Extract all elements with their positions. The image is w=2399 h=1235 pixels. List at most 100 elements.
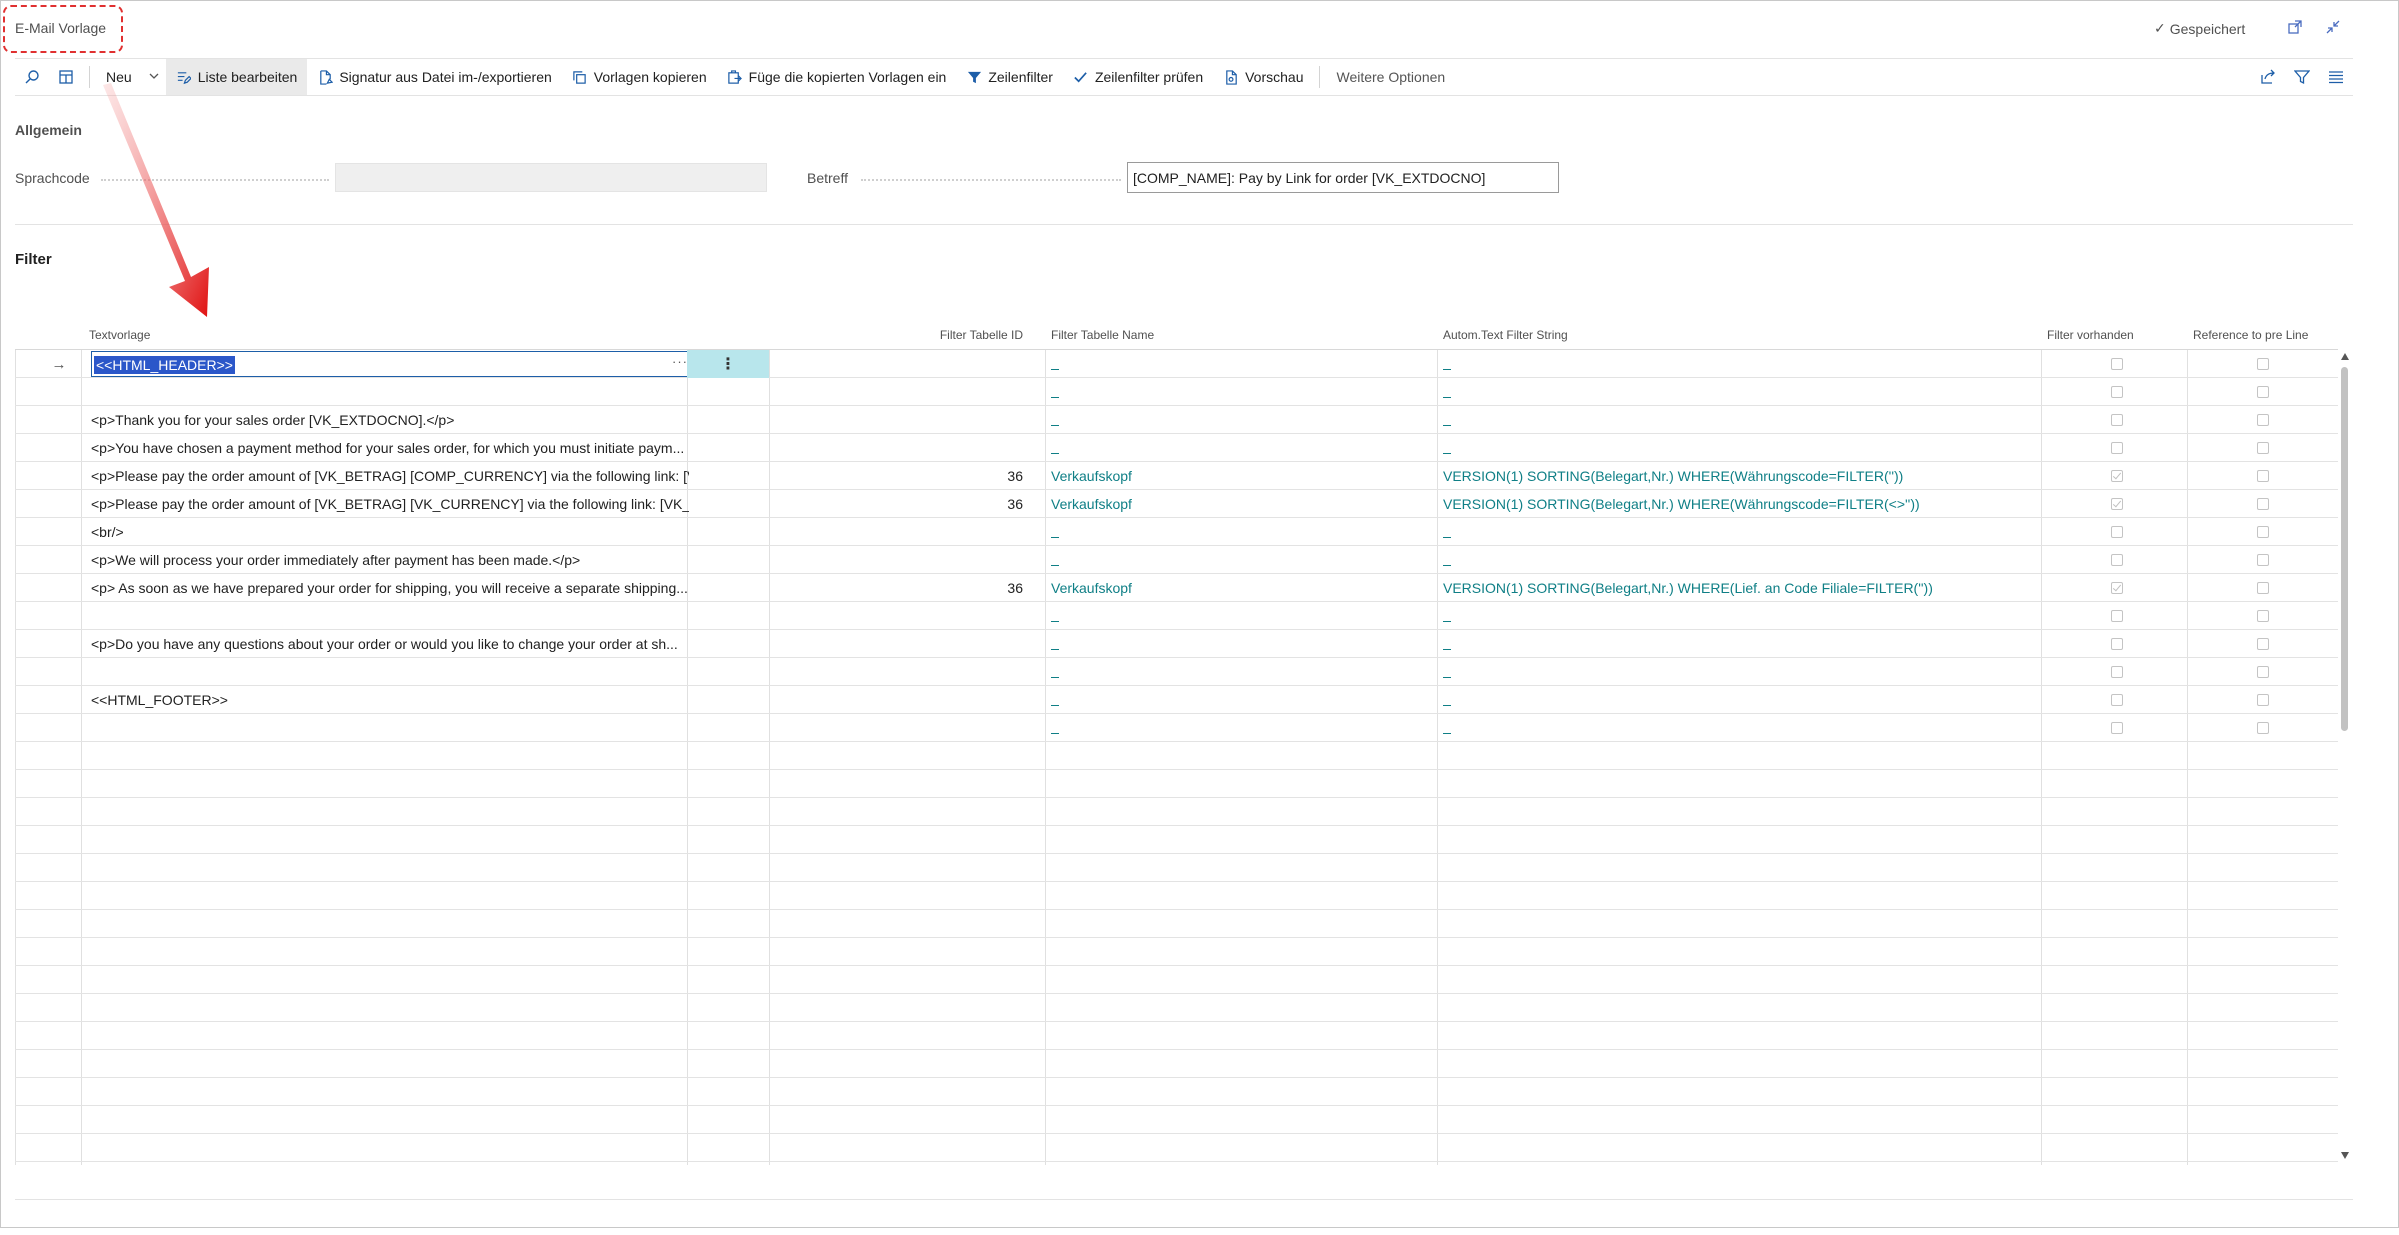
check-row-filter-button[interactable]: Zeilenfilter prüfen bbox=[1063, 59, 1213, 95]
preview-button[interactable]: Vorschau bbox=[1213, 59, 1313, 95]
text-template-cell[interactable]: <p>You have chosen a payment method for … bbox=[89, 434, 689, 462]
filter-string-cell[interactable] bbox=[1443, 546, 2043, 574]
filter-string-cell[interactable] bbox=[1443, 378, 2043, 406]
reference-pre-line-checkbox[interactable] bbox=[2257, 526, 2269, 538]
reference-pre-line-checkbox[interactable] bbox=[2257, 470, 2269, 482]
reference-pre-line-checkbox[interactable] bbox=[2257, 442, 2269, 454]
filter-table-name-cell[interactable] bbox=[1051, 350, 1431, 378]
table-row[interactable]: → <<HTML_HEADER>> ··· ⋮ bbox=[15, 350, 2338, 378]
scroll-down-arrow-icon[interactable] bbox=[2341, 1152, 2349, 1159]
filter-table-name-cell[interactable] bbox=[1051, 406, 1431, 434]
search-button[interactable] bbox=[15, 59, 49, 95]
copy-templates-button[interactable]: Vorlagen kopieren bbox=[562, 59, 717, 95]
filter-string-cell[interactable] bbox=[1443, 518, 2043, 546]
filter-table-name-cell[interactable]: Verkaufskopf bbox=[1051, 574, 1431, 602]
text-template-cell[interactable]: <br/> bbox=[89, 518, 689, 546]
filter-table-name-cell[interactable] bbox=[1051, 630, 1431, 658]
filter-string-cell[interactable]: VERSION(1) SORTING(Belegart,Nr.) WHERE(L… bbox=[1443, 574, 2043, 602]
filter-table-id-cell[interactable] bbox=[769, 714, 1037, 742]
more-ellipsis-icon[interactable]: ··· bbox=[672, 354, 688, 369]
text-template-cell[interactable]: <p>Do you have any questions about your … bbox=[89, 630, 689, 658]
filter-table-id-cell[interactable] bbox=[769, 602, 1037, 630]
table-row[interactable]: <p>We will process your order immediatel… bbox=[15, 546, 2338, 574]
filter-pane-button[interactable] bbox=[2285, 59, 2319, 95]
filter-table-name-cell[interactable] bbox=[1051, 602, 1431, 630]
column-header-filter-string[interactable]: Autom.Text Filter String bbox=[1443, 321, 1568, 349]
table-row[interactable]: <p>Do you have any questions about your … bbox=[15, 630, 2338, 658]
filter-string-cell[interactable]: VERSION(1) SORTING(Belegart,Nr.) WHERE(W… bbox=[1443, 490, 2043, 518]
filter-table-id-cell[interactable] bbox=[769, 546, 1037, 574]
filter-table-name-cell[interactable] bbox=[1051, 378, 1431, 406]
filter-table-id-cell[interactable]: 36 bbox=[769, 490, 1037, 518]
show-details-button[interactable] bbox=[49, 59, 83, 95]
table-row[interactable]: <p>Please pay the order amount of [VK_BE… bbox=[15, 490, 2338, 518]
filter-table-id-cell[interactable] bbox=[769, 686, 1037, 714]
filter-table-id-cell[interactable] bbox=[769, 350, 1037, 378]
reference-pre-line-checkbox[interactable] bbox=[2257, 358, 2269, 370]
filter-string-cell[interactable] bbox=[1443, 630, 2043, 658]
text-template-cell[interactable] bbox=[89, 658, 689, 686]
text-template-cell[interactable]: <p> As soon as we have prepared your ord… bbox=[89, 574, 689, 602]
general-section-header[interactable]: Allgemein bbox=[15, 122, 82, 138]
filter-string-cell[interactable] bbox=[1443, 714, 2043, 742]
reference-pre-line-checkbox[interactable] bbox=[2257, 554, 2269, 566]
column-header-text-template[interactable]: Textvorlage bbox=[89, 321, 150, 349]
filter-table-name-cell[interactable] bbox=[1051, 434, 1431, 462]
vertical-scrollbar[interactable] bbox=[2338, 349, 2352, 1165]
filter-table-name-cell[interactable] bbox=[1051, 714, 1431, 742]
reference-pre-line-checkbox[interactable] bbox=[2257, 694, 2269, 706]
subject-input[interactable] bbox=[1127, 162, 1559, 193]
reference-pre-line-checkbox[interactable] bbox=[2257, 498, 2269, 510]
text-template-cell[interactable]: <p>Thank you for your sales order [VK_EX… bbox=[89, 406, 689, 434]
filter-table-name-cell[interactable] bbox=[1051, 546, 1431, 574]
column-header-filter-table-id[interactable]: Filter Tabelle ID bbox=[769, 321, 1037, 349]
reference-pre-line-checkbox[interactable] bbox=[2257, 722, 2269, 734]
filter-string-cell[interactable] bbox=[1443, 434, 2043, 462]
reference-pre-line-checkbox[interactable] bbox=[2257, 666, 2269, 678]
reference-pre-line-checkbox[interactable] bbox=[2257, 386, 2269, 398]
filter-section-header[interactable]: Filter bbox=[15, 251, 52, 268]
text-template-cell[interactable] bbox=[89, 602, 689, 630]
reference-pre-line-checkbox[interactable] bbox=[2257, 638, 2269, 650]
filter-table-name-cell[interactable]: Verkaufskopf bbox=[1051, 462, 1431, 490]
filter-string-cell[interactable] bbox=[1443, 602, 2043, 630]
scroll-up-arrow-icon[interactable] bbox=[2341, 353, 2349, 360]
language-code-input[interactable] bbox=[335, 163, 767, 192]
more-options-button[interactable]: Weitere Optionen bbox=[1326, 59, 1455, 95]
paste-templates-button[interactable]: Füge die kopierten Vorlagen ein bbox=[717, 59, 957, 95]
reference-pre-line-checkbox[interactable] bbox=[2257, 610, 2269, 622]
filter-table-name-cell[interactable] bbox=[1051, 518, 1431, 546]
share-button[interactable] bbox=[2251, 59, 2285, 95]
table-row[interactable] bbox=[15, 714, 2338, 742]
filter-table-id-cell[interactable] bbox=[769, 658, 1037, 686]
filter-string-cell[interactable] bbox=[1443, 658, 2043, 686]
table-row[interactable] bbox=[15, 378, 2338, 406]
filter-string-cell[interactable] bbox=[1443, 350, 2043, 378]
row-actions-menu-icon[interactable]: ⋮ bbox=[687, 350, 769, 378]
filter-string-cell[interactable] bbox=[1443, 406, 2043, 434]
text-template-cell[interactable]: <<HTML_FOOTER>> bbox=[89, 686, 689, 714]
filter-table-id-cell[interactable] bbox=[769, 406, 1037, 434]
signature-import-export-button[interactable]: Signatur aus Datei im-/exportieren bbox=[307, 59, 561, 95]
table-row[interactable]: <p>Please pay the order amount of [VK_BE… bbox=[15, 462, 2338, 490]
filter-table-name-cell[interactable]: Verkaufskopf bbox=[1051, 490, 1431, 518]
open-new-window-icon[interactable] bbox=[2283, 15, 2307, 39]
filter-table-id-cell[interactable] bbox=[769, 630, 1037, 658]
column-header-filter-table-name[interactable]: Filter Tabelle Name bbox=[1051, 321, 1154, 349]
filter-table-id-cell[interactable]: 36 bbox=[769, 574, 1037, 602]
reference-pre-line-checkbox[interactable] bbox=[2257, 582, 2269, 594]
scroll-thumb[interactable] bbox=[2341, 367, 2348, 731]
filter-table-id-cell[interactable] bbox=[769, 434, 1037, 462]
row-filter-button[interactable]: Zeilenfilter bbox=[956, 59, 1063, 95]
filter-string-cell[interactable] bbox=[1443, 686, 2043, 714]
text-template-cell[interactable]: <p>Please pay the order amount of [VK_BE… bbox=[89, 462, 689, 490]
table-row[interactable]: <p>You have chosen a payment method for … bbox=[15, 434, 2338, 462]
text-template-cell[interactable]: <p>We will process your order immediatel… bbox=[89, 546, 689, 574]
table-row[interactable]: <p> As soon as we have prepared your ord… bbox=[15, 574, 2338, 602]
table-row[interactable] bbox=[15, 602, 2338, 630]
table-row[interactable]: <<HTML_FOOTER>> bbox=[15, 686, 2338, 714]
table-row[interactable]: <br/> bbox=[15, 518, 2338, 546]
list-view-button[interactable] bbox=[2319, 59, 2353, 95]
text-template-cell[interactable] bbox=[89, 714, 689, 742]
filter-string-cell[interactable]: VERSION(1) SORTING(Belegart,Nr.) WHERE(W… bbox=[1443, 462, 2043, 490]
